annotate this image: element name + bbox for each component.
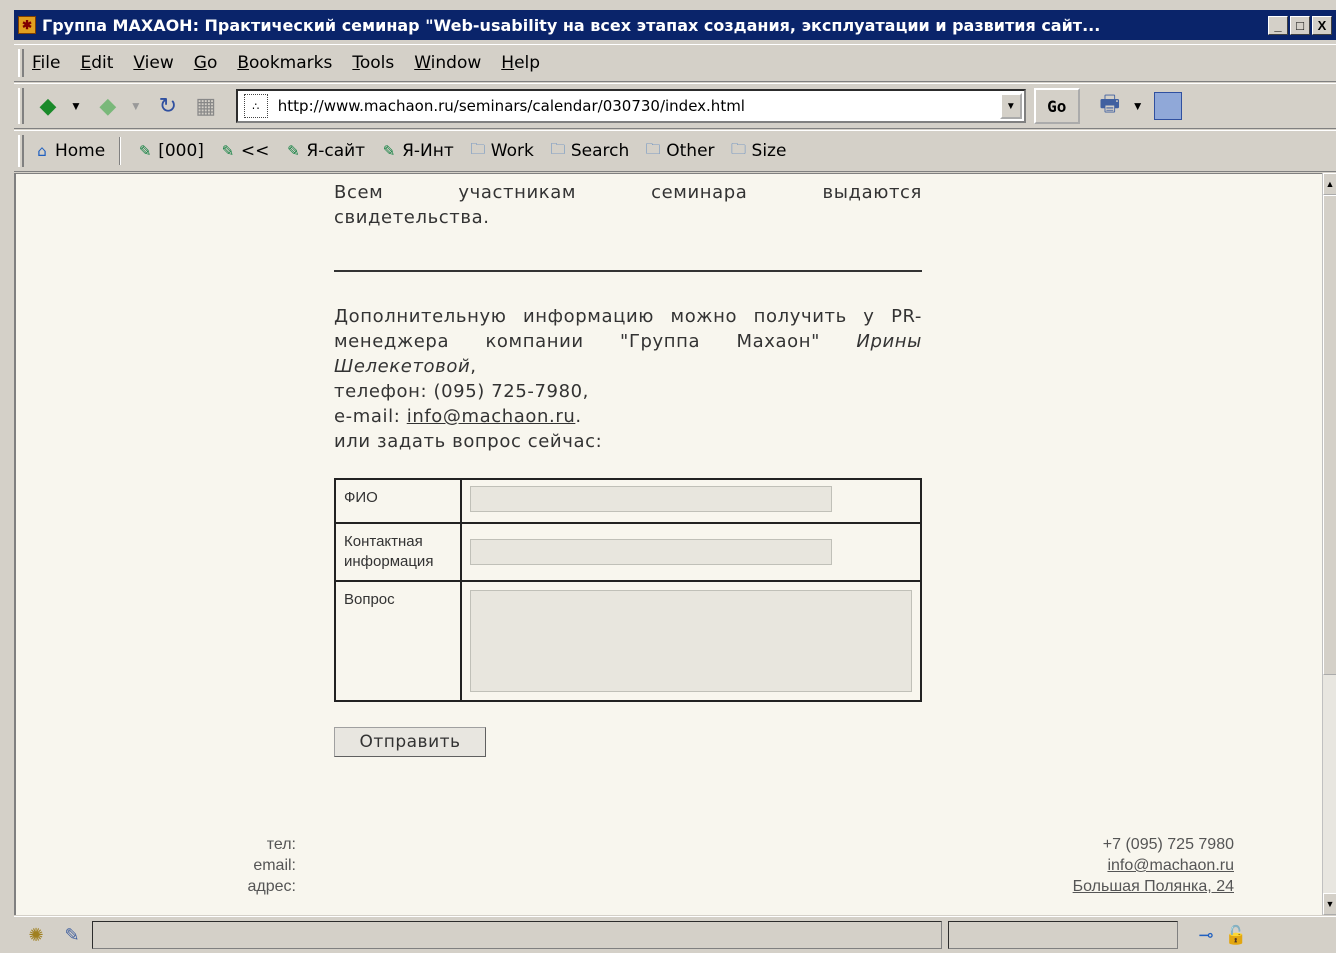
menu-window[interactable]: Window <box>414 51 481 75</box>
page-icon: ∴ <box>243 94 268 118</box>
bookmark-folder-size[interactable]: 🗀 Size <box>729 139 786 162</box>
security-component-icon[interactable]: ✺ <box>22 922 50 948</box>
bookmark-folder-other[interactable]: 🗀 Other <box>643 139 715 162</box>
menu-edit[interactable]: Edit <box>80 51 113 75</box>
minimize-button[interactable]: _ <box>1268 15 1288 35</box>
home-icon: ⌂ <box>37 142 47 160</box>
back-dropdown-icon[interactable]: ▼ <box>70 99 82 113</box>
bookmarklet-icon: ✎ <box>287 142 300 160</box>
progress-pane <box>948 921 1178 949</box>
scroll-up-icon[interactable]: ▲ <box>1323 173 1336 195</box>
folder-icon: 🗀 <box>645 139 661 158</box>
bookmark-folder-search[interactable]: 🗀 Search <box>548 139 629 162</box>
url-input[interactable]: http://www.machaon.ru/seminars/calendar/… <box>278 97 1000 115</box>
footer-labels: тел: email: адрес: <box>247 836 296 895</box>
ask-line: или задать вопрос сейчас: <box>334 431 603 452</box>
horizontal-divider <box>334 270 922 272</box>
bookmark-home[interactable]: ⌂ Home <box>32 141 105 161</box>
fio-label: ФИО <box>334 478 462 524</box>
toolbar-grip[interactable] <box>18 135 24 167</box>
folder-icon: 🗀 <box>731 139 747 158</box>
submit-button[interactable]: Отправить <box>334 727 486 757</box>
stop-icon[interactable]: ▦ <box>190 90 222 122</box>
navigation-toolbar: ◆ ▼ ◆ ▼ ↻ ▦ ∴ http://www.machaon.ru/semi… <box>14 83 1336 129</box>
menu-tools[interactable]: Tools <box>352 51 394 75</box>
composer-icon[interactable]: ✎ <box>58 922 86 948</box>
bookmarklet-icon: ✎ <box>221 142 235 160</box>
menu-file[interactable]: File <box>32 51 60 75</box>
phone-line: телефон: (095) 725-7980, <box>334 381 590 402</box>
close-button[interactable]: X <box>1312 15 1332 35</box>
contact-label: Контактная информация <box>334 522 462 582</box>
certificate-paragraph: Всем участникам семинара выдаются свидет… <box>334 182 922 228</box>
toolbar-grip[interactable] <box>18 48 24 78</box>
go-button[interactable]: Go <box>1033 88 1080 124</box>
folder-icon: 🗀 <box>550 139 566 158</box>
back-icon[interactable]: ◆ <box>32 90 64 122</box>
question-textarea[interactable] <box>470 590 912 692</box>
online-status-icon[interactable]: ⊸ <box>1192 922 1220 948</box>
sidebar-icon[interactable] <box>1153 92 1182 120</box>
fio-input[interactable] <box>470 486 832 512</box>
url-bar[interactable]: ∴ http://www.machaon.ru/seminars/calenda… <box>235 89 1026 123</box>
contact-paragraph: Дополнительную информацию можно получить… <box>334 306 922 452</box>
url-dropdown-button[interactable]: ▼ <box>999 93 1022 119</box>
status-text-pane <box>92 921 942 949</box>
window-title-bar[interactable]: ✱ Группа МАХАОН: Практический семинар "W… <box>14 10 1336 40</box>
browser-app-icon[interactable]: ✱ <box>18 16 36 34</box>
print-dropdown-icon[interactable]: ▼ <box>1132 99 1144 113</box>
bookmarks-toolbar: ⌂ Home ✎ [000] ✎ << ✎ Я-сайт ✎ Я-Инт 🗀 Work 🗀 S… <box>14 130 1336 172</box>
bookmarklet-icon: ✎ <box>138 142 152 160</box>
bookmarklet-icon: ✎ <box>382 142 396 160</box>
scroll-down-icon[interactable]: ▼ <box>1323 893 1336 915</box>
lock-icon[interactable]: 🔓 <box>1222 922 1250 948</box>
email-line: e-mail: info@machaon.ru. <box>334 406 582 427</box>
maximize-button[interactable]: □ <box>1290 15 1310 35</box>
bookmark-separator <box>119 137 122 165</box>
footer-email-link[interactable]: info@machaon.ru <box>1016 855 1234 876</box>
status-bar: ✺ ✎ ⊸ 🔓 <box>14 916 1336 953</box>
scroll-thumb[interactable] <box>1323 195 1336 675</box>
bookmark-000[interactable]: ✎ [000] <box>135 141 204 161</box>
reload-icon[interactable]: ↻ <box>152 90 184 122</box>
email-link[interactable]: info@machaon.ru <box>407 406 576 427</box>
bookmark-folder-work[interactable]: 🗀 Work <box>468 139 534 162</box>
footer-phone: +7 (095) 725 7980 <box>1102 836 1234 853</box>
menu-bookmarks[interactable]: Bookmarks <box>237 51 332 75</box>
bookmark-ya-int[interactable]: ✎ Я-Инт <box>379 141 454 161</box>
print-icon[interactable]: 🖶 <box>1094 90 1126 122</box>
forward-dropdown-icon[interactable]: ▼ <box>130 99 142 113</box>
menu-go[interactable]: Go <box>194 51 218 75</box>
page-content: Всем участникам семинара выдаются свидет… <box>14 173 1322 915</box>
footer-address-link[interactable]: Большая Полянка, 24 <box>1016 876 1234 897</box>
forward-icon[interactable]: ◆ <box>92 90 124 122</box>
toolbar-grip[interactable] <box>18 88 24 124</box>
bookmark-ya-sait[interactable]: ✎ Я-сайт <box>283 141 365 161</box>
window-title: Группа МАХАОН: Практический семинар "Web… <box>42 15 1101 35</box>
menu-help[interactable]: Help <box>501 51 540 75</box>
contact-input[interactable] <box>470 539 832 565</box>
menu-view[interactable]: View <box>133 51 173 75</box>
question-label: Вопрос <box>334 580 462 702</box>
question-form: ФИО Контактная информация Вопрос <box>334 478 922 702</box>
bookmark-back[interactable]: ✎ << <box>218 141 270 161</box>
footer-values: +7 (095) 725 7980 info@machaon.ru Больша… <box>1016 834 1234 897</box>
vertical-scrollbar[interactable]: ▲ ▼ <box>1322 173 1336 915</box>
folder-icon: 🗀 <box>470 139 486 158</box>
menu-bar: File Edit View Go Bookmarks Tools Window… <box>14 44 1336 82</box>
